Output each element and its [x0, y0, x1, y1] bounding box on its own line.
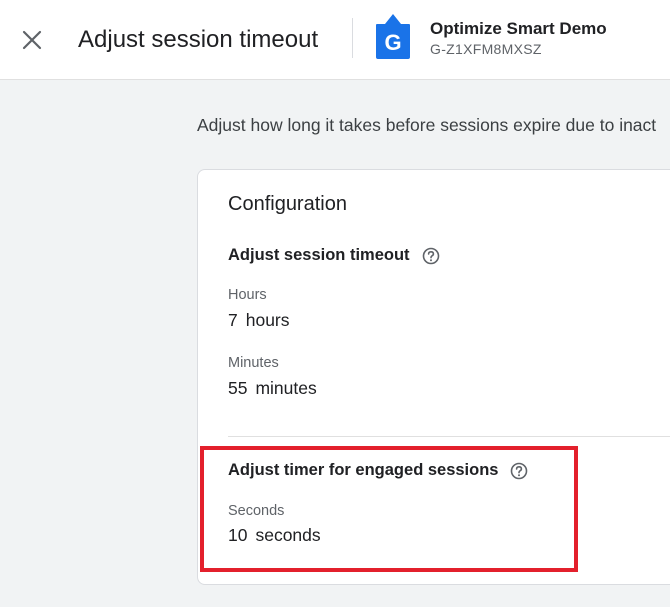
google-analytics-property-icon: G — [375, 12, 411, 60]
close-button[interactable] — [18, 26, 46, 54]
session-timeout-heading: Adjust session timeout — [228, 246, 440, 265]
hours-value: 7 — [228, 310, 238, 330]
card-title: Configuration — [228, 193, 347, 215]
minutes-unit: minutes — [255, 378, 317, 398]
page-description: Adjust how long it takes before sessions… — [197, 115, 657, 135]
minutes-value: 55 — [228, 378, 248, 398]
property-name[interactable]: Optimize Smart Demo — [430, 19, 607, 39]
minutes-field[interactable]: 55 minutes — [228, 378, 317, 399]
section-divider — [228, 436, 670, 437]
header-divider — [352, 18, 353, 58]
hours-field[interactable]: 7 hours — [228, 310, 290, 331]
property-id: G-Z1XFM8MXSZ — [430, 41, 542, 57]
close-icon — [22, 30, 42, 50]
page-title: Adjust session timeout — [78, 26, 319, 53]
session-timeout-heading-text: Adjust session timeout — [228, 246, 410, 264]
help-circle-icon[interactable] — [422, 247, 440, 265]
minutes-label: Minutes — [228, 355, 279, 371]
hours-unit: hours — [245, 310, 290, 330]
header-bar: Adjust session timeout G Optimize Smart … — [0, 0, 670, 80]
highlight-annotation-box — [200, 446, 578, 572]
property-icon-letter: G — [384, 30, 401, 55]
hours-label: Hours — [228, 287, 267, 303]
